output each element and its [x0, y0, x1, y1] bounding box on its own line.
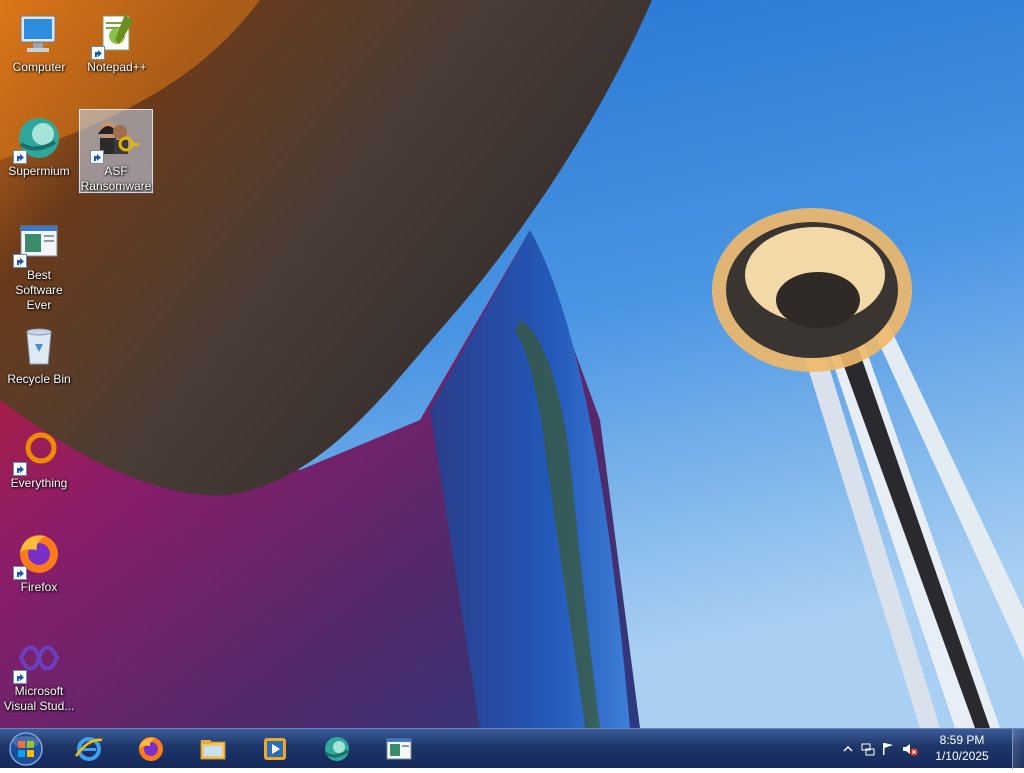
icon-label: Supermium: [8, 164, 70, 178]
best-software-icon: [386, 738, 412, 760]
notepad-plus-plus-icon: [91, 10, 141, 60]
shortcut-arrow-icon: [13, 150, 27, 164]
desktop-icon-recycle-bin[interactable]: Recycle Bin: [2, 318, 76, 387]
start-button[interactable]: [6, 730, 46, 768]
media-player-icon: [264, 738, 286, 760]
taskbar: 8:59 PM 1/10/2025: [0, 728, 1024, 769]
firefox-icon: [13, 530, 63, 580]
network-icon[interactable]: [860, 741, 876, 757]
wallpaper-image: [0, 0, 1024, 728]
desktop[interactable]: Computer Notepad++ Supermium ASF Ransomw…: [0, 0, 1024, 728]
everything-icon: [13, 426, 63, 476]
clock[interactable]: 8:59 PM 1/10/2025: [930, 732, 994, 764]
taskbar-file-explorer[interactable]: [186, 731, 240, 767]
clock-time: 8:59 PM: [939, 733, 985, 747]
show-desktop-button[interactable]: [1012, 729, 1024, 769]
desktop-icon-best-software-ever[interactable]: Best Software Ever: [2, 214, 76, 313]
volume-muted-icon[interactable]: [902, 741, 918, 757]
icon-label: Notepad++: [87, 60, 147, 74]
firefox-icon: [139, 737, 163, 761]
desktop-icon-computer[interactable]: Computer: [2, 6, 76, 75]
taskbar-internet-explorer[interactable]: [62, 731, 116, 767]
desktop-icon-notepad-plus-plus[interactable]: Notepad++: [80, 6, 154, 75]
taskbar-firefox[interactable]: [124, 731, 178, 767]
shortcut-arrow-icon: [13, 670, 27, 684]
desktop-icon-everything[interactable]: Everything: [2, 422, 76, 491]
shortcut-arrow-icon: [90, 150, 104, 164]
icon-label: Microsoft Visual Stud...: [3, 684, 75, 713]
computer-icon: [15, 10, 63, 58]
icon-label: ASF Ransomware: [80, 164, 152, 193]
best-software-icon: [13, 218, 63, 268]
action-center-flag-icon[interactable]: [880, 741, 896, 757]
start-orb-icon: [9, 732, 43, 766]
icon-label: Best Software Ever: [15, 268, 63, 312]
clock-date: 1/10/2025: [935, 749, 989, 763]
desktop-icon-supermium[interactable]: Supermium: [2, 110, 76, 179]
desktop-icon-visual-studio[interactable]: Microsoft Visual Stud...: [2, 630, 76, 714]
shortcut-arrow-icon: [13, 566, 27, 580]
icon-label: Everything: [10, 476, 68, 490]
file-explorer-icon: [200, 740, 226, 760]
system-tray: 8:59 PM 1/10/2025: [834, 729, 1024, 769]
icon-label: Computer: [12, 60, 66, 74]
shortcut-arrow-icon: [91, 46, 105, 60]
recycle-bin-icon: [15, 322, 63, 370]
taskbar-media-player[interactable]: [248, 731, 302, 767]
shortcut-arrow-icon: [13, 254, 27, 268]
taskbar-best-software[interactable]: [372, 731, 426, 767]
visual-studio-icon: [13, 634, 63, 684]
desktop-icon-asf-ransomware[interactable]: ASF Ransomware: [79, 109, 153, 193]
show-hidden-icons-chevron[interactable]: [840, 741, 856, 757]
supermium-icon: [13, 114, 63, 164]
icon-label: Firefox: [20, 580, 58, 594]
icon-label: Recycle Bin: [7, 372, 71, 386]
desktop-icon-firefox[interactable]: Firefox: [2, 526, 76, 595]
shortcut-arrow-icon: [13, 462, 27, 476]
taskbar-supermium[interactable]: [310, 731, 364, 767]
supermium-icon: [325, 737, 349, 761]
asf-ransomware-icon: [90, 114, 140, 164]
internet-explorer-icon: [74, 737, 103, 761]
